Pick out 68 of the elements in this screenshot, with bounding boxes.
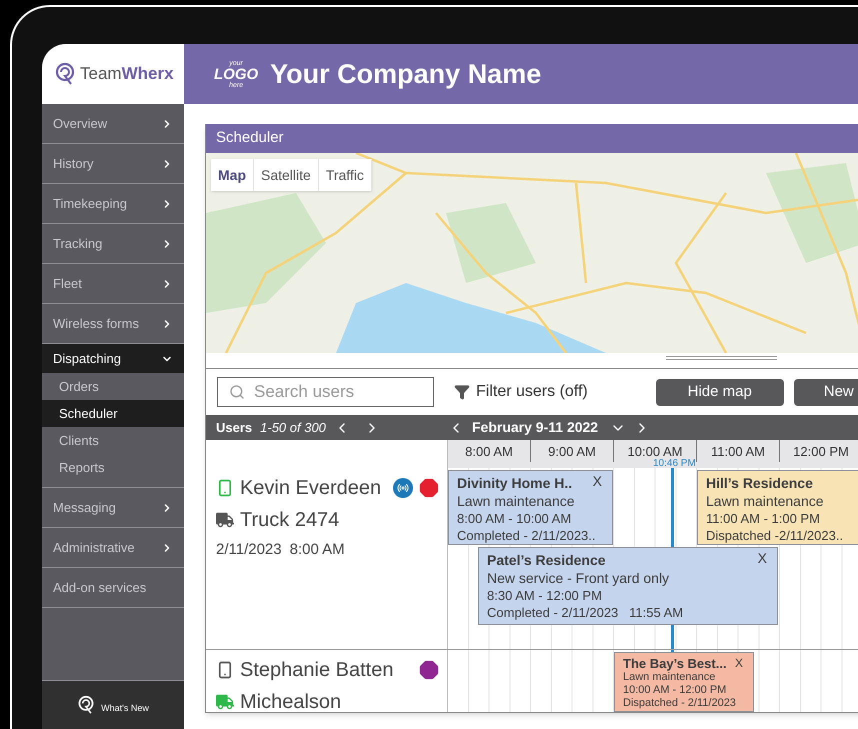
vehicle-name: Michealson <box>240 690 342 712</box>
search-field[interactable]: Search users <box>217 377 434 407</box>
resize-handle[interactable] <box>666 356 777 360</box>
submenu-item[interactable]: Scheduler <box>42 400 184 427</box>
user-date: 2/11/2023 <box>216 540 282 560</box>
close-button[interactable]: X <box>592 474 602 489</box>
vehicle-name: Truck 2474 <box>240 508 340 533</box>
close-button[interactable]: X <box>734 656 743 671</box>
event-time: 8:30 AM - 12:00 PM <box>487 587 603 604</box>
users-label: Users <box>216 418 252 437</box>
event-card[interactable]: Divinity Home H.. X Lawn maintenance 8:00 AM - 10:00 AM Completed - 2/11/2023.. <box>448 470 613 545</box>
logo-pin-icon <box>54 62 76 86</box>
filter-icon <box>454 384 470 400</box>
new-button[interactable]: New <box>794 378 858 406</box>
sidebar-item[interactable]: Add-on services <box>42 568 184 608</box>
company-name: Your Company Name <box>270 58 542 91</box>
event-service: New service - Front yard only <box>487 569 670 587</box>
event-card[interactable]: Patel’s Residence X New service - Front yard only 8:30 AM - 12:00 PM Completed - 2/11/2023 11:55 AM <box>478 547 778 625</box>
brand-name: TeamWherx <box>80 63 174 86</box>
sidebar-item[interactable]: Tracking <box>42 224 184 264</box>
submenu-item[interactable]: Reports <box>42 454 184 481</box>
sidebar-item[interactable]: Dispatching <box>42 344 184 373</box>
close-button[interactable]: X <box>758 551 767 566</box>
event-title: The Bay’s Best... <box>623 656 727 671</box>
event-card[interactable]: The Bay’s Best... X Lawn maintenance 10:00 AM - 12:00 PM Dispatched - 2/11/2023 <box>614 652 754 712</box>
hour-label: 11:00 AM <box>711 443 765 461</box>
submenu-item[interactable]: Clients <box>42 427 184 454</box>
event-status: Dispatched -2/11/2023.. <box>706 527 844 544</box>
event-service: Lawn maintenance <box>623 671 716 684</box>
whats-new-bar[interactable]: What's New <box>42 680 184 729</box>
sidebar-item[interactable]: Fleet <box>42 264 184 304</box>
users-range: 1-50 of 300 <box>260 418 326 437</box>
map-type-tab[interactable]: Traffic <box>318 159 372 191</box>
sidebar-item[interactable]: Administrative <box>42 528 184 568</box>
event-status: Completed - 2/11/2023.. <box>457 527 597 544</box>
user-time: 8:00 AM <box>290 540 345 560</box>
sidebar-item[interactable]: Overview <box>42 104 184 144</box>
event-title: Hill’s Residence <box>706 474 813 492</box>
hour-label: 10:00 AM <box>628 443 682 459</box>
logo-pin-icon <box>77 695 96 715</box>
event-time: 8:00 AM - 10:00 AM <box>457 510 572 527</box>
hide-map-button[interactable]: Hide map <box>656 378 784 406</box>
filter-users-link[interactable]: Filter users (off) <box>476 380 588 404</box>
event-time: 11:00 AM - 1:00 PM <box>706 510 821 527</box>
whats-new-label: What's New <box>101 702 149 716</box>
event-title: Patel’s Residence <box>487 551 606 569</box>
date-range[interactable]: February 9-11 2022 <box>472 417 598 438</box>
hour-label: 8:00 AM <box>465 443 513 461</box>
map-type-tab[interactable]: Map <box>211 159 254 191</box>
event-card[interactable]: Hill’s Residence Lawn maintenance 11:00 AM - 1:00 PM Dispatched -2/11/2023.. <box>697 470 858 545</box>
sidebar-item[interactable]: Messaging <box>42 488 184 528</box>
event-title: Divinity Home H.. <box>457 474 572 492</box>
event-status: Dispatched - 2/11/2023 <box>623 697 737 710</box>
sidebar-item[interactable]: History <box>42 144 184 184</box>
submenu-item[interactable]: Orders <box>42 373 184 400</box>
sidebar-item[interactable]: Timekeeping <box>42 184 184 224</box>
panel-title: Scheduler <box>206 124 858 153</box>
event-status: Completed - 2/11/2023 11:55 AM <box>487 604 684 621</box>
event-service: Lawn maintenance <box>706 492 825 510</box>
event-time: 10:00 AM - 12:00 PM <box>623 684 728 697</box>
hour-label: 12:00 PM <box>793 443 849 461</box>
map-type-tab[interactable]: Satellite <box>254 159 319 191</box>
hour-label: 9:00 AM <box>548 443 596 461</box>
search-icon <box>229 384 245 400</box>
user-name[interactable]: Stephanie Batten <box>240 655 394 685</box>
event-service: Lawn maintenance <box>457 492 576 510</box>
user-name[interactable]: Kevin Everdeen <box>240 473 382 503</box>
current-time-label: 10:46 PM <box>653 457 696 471</box>
